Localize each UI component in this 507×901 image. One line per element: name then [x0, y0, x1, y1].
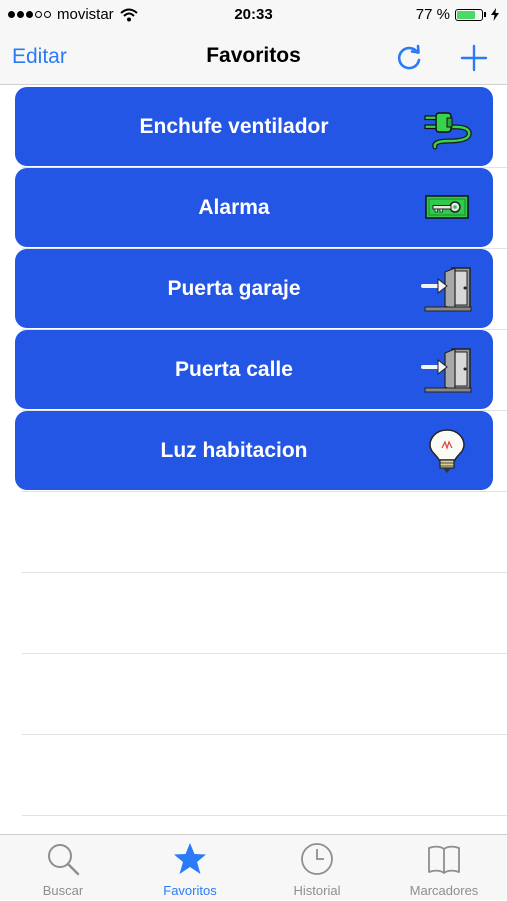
status-bar: movistar 20:33 77 % — [0, 0, 507, 30]
tab-label: Favoritos — [163, 883, 217, 898]
door-icon — [421, 267, 472, 312]
clock-icon — [301, 843, 333, 875]
battery-icon — [455, 8, 483, 21]
charging-icon — [491, 8, 499, 21]
favorite-label: Luz habitacion — [160, 439, 308, 462]
favorites-list: Enchufe ventilador Alarma Puerta garaje — [0, 86, 507, 834]
tab-buscar[interactable]: Buscar — [0, 835, 126, 901]
bookmarks-icon — [428, 845, 460, 874]
star-icon — [174, 843, 206, 874]
battery-percent: 77 % — [415, 6, 450, 23]
search-icon — [48, 844, 80, 876]
door-icon — [421, 348, 472, 393]
favorite-row-alarma[interactable]: Alarma — [15, 168, 493, 247]
favorite-row-enchufe-ventilador[interactable]: Enchufe ventilador — [15, 87, 493, 166]
bulb-icon — [429, 429, 465, 473]
tab-label: Marcadores — [409, 883, 479, 898]
favorite-label: Puerta garaje — [167, 277, 301, 300]
plug-icon — [424, 112, 472, 150]
refresh-icon[interactable] — [393, 42, 425, 74]
tab-favoritos[interactable]: Favoritos — [127, 835, 253, 901]
page-title: Favoritos — [206, 44, 301, 67]
tab-bar: Buscar Favoritos Historial Marcadores — [0, 834, 507, 900]
favorite-label: Puerta calle — [175, 358, 293, 381]
tab-label: Historial — [293, 883, 341, 898]
tab-label: Buscar — [42, 883, 84, 898]
tab-historial[interactable]: Historial — [254, 835, 380, 901]
favorite-row-luz-habitacion[interactable]: Luz habitacion — [15, 411, 493, 490]
favorite-label: Enchufe ventilador — [139, 115, 329, 138]
navigation-bar: Editar Favoritos — [0, 30, 507, 85]
favorite-label: Alarma — [198, 196, 270, 219]
favorite-row-puerta-calle[interactable]: Puerta calle — [15, 330, 493, 409]
favorite-row-puerta-garaje[interactable]: Puerta garaje — [15, 249, 493, 328]
key-icon — [425, 195, 469, 219]
add-icon[interactable] — [458, 42, 490, 74]
tab-marcadores[interactable]: Marcadores — [381, 835, 507, 901]
